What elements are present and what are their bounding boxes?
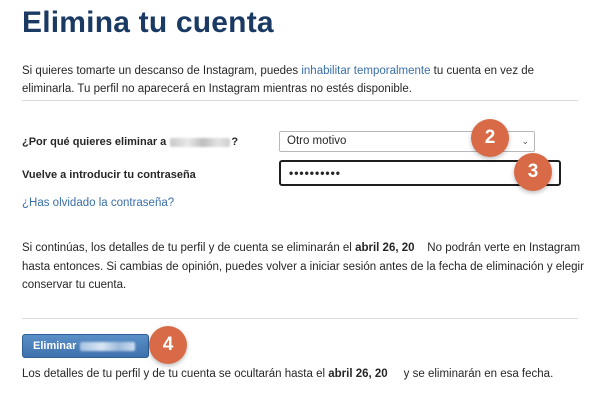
reason-label-suffix: ? [231,136,239,148]
temporarily-disable-link[interactable]: inhabilitar temporalmente [301,65,430,77]
reason-select-value: Otro motivo [287,135,347,147]
password-value: •••••••••• [289,166,342,180]
divider [22,100,578,101]
footnote-part1: Los detalles de tu perfil y de tu cuenta… [22,368,329,380]
blurred-username [170,137,231,147]
forgot-password-link[interactable]: ¿Has olvidado la contraseña? [22,197,174,209]
intro-text-before: Si quieres tomarte un descanso de Instag… [22,65,302,77]
footnote-text: Los detalles de tu perfil y de tu cuenta… [22,368,553,380]
delete-account-page: Elimina tu cuenta Si quieres tomarte un … [0,0,600,402]
divider [22,318,578,319]
page-title: Elimina tu cuenta [22,6,274,39]
deletion-info-text: Si continúas, los detalles de tu perfil … [22,239,584,295]
deletion-date: abril 26, 20 [355,242,415,254]
intro-text: Si quieres tomarte un descanso de Instag… [22,62,578,98]
info-part1: Si continúas, los detalles de tu perfil … [22,242,356,254]
reason-label: ¿Por qué quieres eliminar a ? [22,136,238,148]
footnote-date: abril 26, 20 [328,368,388,380]
delete-account-button[interactable]: Eliminar [22,334,149,358]
blurred-username [80,341,136,351]
step-badge-4: 4 [149,326,187,364]
delete-button-label: Eliminar [33,340,77,352]
reason-label-prefix: ¿Por qué quieres eliminar a [22,136,167,148]
step-badge-3: 3 [514,153,552,191]
footnote-part2: y se eliminarán en esa fecha. [387,368,554,380]
password-label: Vuelve a introducir tu contraseña [22,169,196,181]
step-badge-2: 2 [471,119,509,157]
chevron-down-icon: ⌄ [521,136,529,146]
